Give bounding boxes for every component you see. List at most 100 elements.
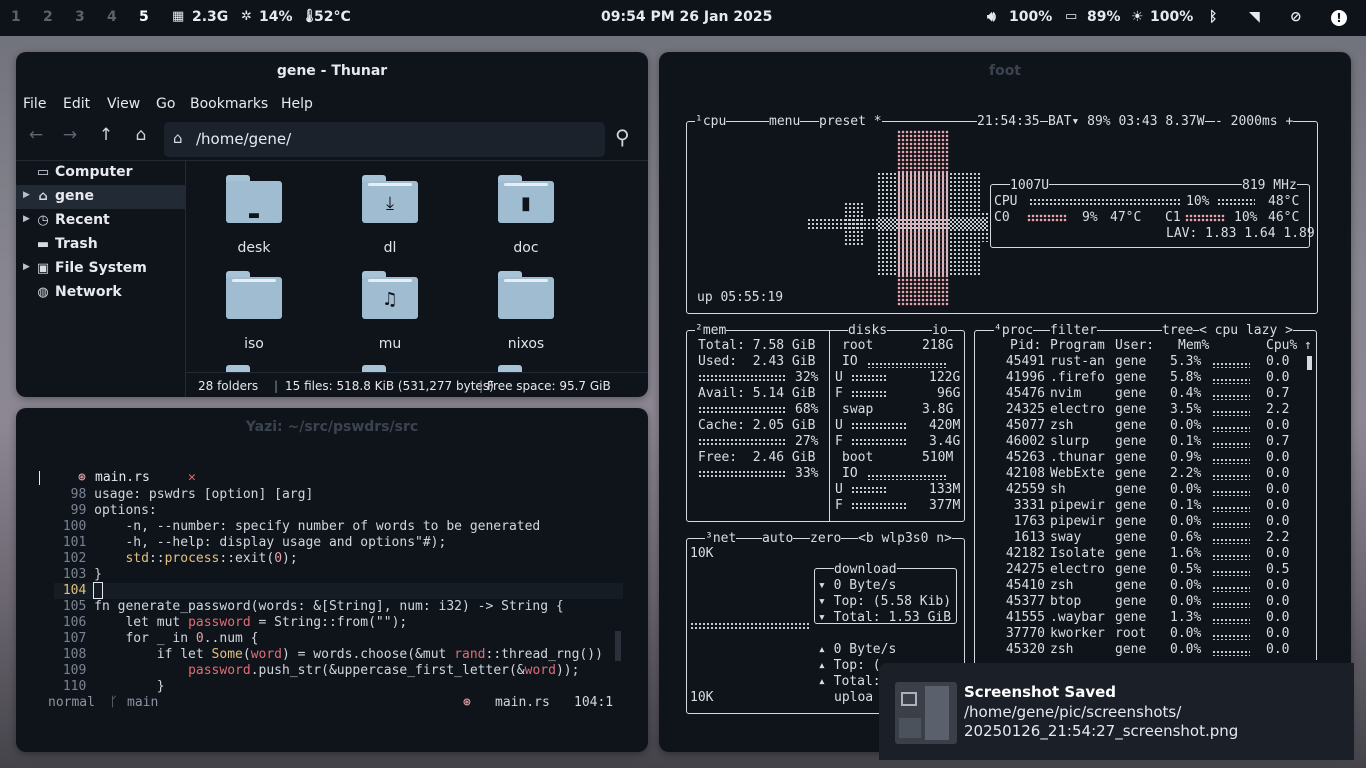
preset-button[interactable]: preset *	[819, 114, 882, 130]
code-line: 104	[55, 582, 103, 599]
expand-arrow-icon[interactable]: ▶	[23, 214, 30, 224]
bluetooth-icon[interactable]: ᛒ	[1209, 9, 1217, 25]
code-line: 108 if let Some(word) = words.choose(&mu…	[55, 647, 603, 662]
proc-program: zsh	[1050, 642, 1074, 657]
proc-cpu-graph	[1212, 458, 1250, 464]
proc-header[interactable]: ⁴proc	[994, 323, 1034, 339]
workspace-3[interactable]: 3	[75, 9, 85, 25]
col-program[interactable]: Program	[1050, 338, 1105, 354]
clock[interactable]: 09:54 PM 26 Jan 2025	[601, 9, 772, 25]
update-interval[interactable]: - 2000ms +	[1215, 114, 1294, 130]
close-tab-icon[interactable]: ✕	[188, 470, 196, 485]
swap-used: 420M	[929, 418, 961, 433]
search-icon[interactable]: ⚲	[615, 125, 630, 149]
col-cpu[interactable]: Cpu%	[1266, 338, 1297, 354]
net-auto-toggle[interactable]: auto	[762, 531, 794, 547]
io-toggle[interactable]: io	[932, 323, 948, 339]
col-pid[interactable]: Pid:	[1010, 338, 1041, 354]
swap-free: 3.4G	[929, 434, 961, 449]
home-icon[interactable]: ⌂	[130, 125, 152, 145]
proc-sort[interactable]: < cpu lazy >	[1199, 323, 1293, 339]
brightness-level[interactable]: 100%	[1150, 9, 1193, 25]
brightness-icon[interactable]: ☀	[1131, 9, 1144, 25]
cpu-usage: 14%	[259, 9, 293, 25]
notification-icon[interactable]: !	[1331, 10, 1347, 26]
volume-level[interactable]: 100%	[1009, 9, 1052, 25]
drive-icon: ▣	[36, 261, 50, 276]
col-mem[interactable]: Mem%	[1178, 338, 1209, 354]
sidebar-item-trash[interactable]: ▬ Trash	[16, 233, 186, 257]
expand-arrow-icon[interactable]: ▶	[23, 190, 30, 200]
net-header[interactable]: ³net	[705, 531, 737, 547]
trash-icon: ▬	[36, 237, 50, 252]
location-bar[interactable]: ⌂ /home/gene/	[164, 122, 605, 157]
notification[interactable]: Screenshot Saved /home/gene/pic/screensh…	[879, 663, 1354, 760]
sidebar-item-computer[interactable]: ▭ Computer	[16, 161, 186, 185]
mem-header[interactable]: ²mem	[695, 323, 727, 339]
workspace-1[interactable]: 1	[11, 9, 21, 25]
proc-program: Isolate	[1050, 546, 1105, 561]
volume-icon[interactable]: 🔊︎	[987, 9, 996, 25]
sidebar-item-filesystem[interactable]: ▶ ▣ File System	[16, 257, 186, 281]
disks-header[interactable]: disks	[848, 323, 888, 339]
computer-icon: ▭	[36, 165, 50, 180]
notification-title: Screenshot Saved	[964, 683, 1117, 701]
battery-icon: ▭	[1065, 9, 1078, 24]
menu-bookmarks[interactable]: Bookmarks	[190, 96, 268, 112]
idle-inhibitor-icon[interactable]: ⊘	[1290, 9, 1302, 25]
proc-cpu-graph	[1212, 378, 1250, 384]
mem-free-bar	[698, 470, 786, 478]
file-item-desk[interactable]: ▬ desk	[209, 170, 299, 260]
menu-file[interactable]: File	[23, 96, 46, 112]
proc-scrollbar[interactable]	[1307, 356, 1312, 370]
menu-edit[interactable]: Edit	[63, 96, 90, 112]
menu-view[interactable]: View	[107, 96, 140, 112]
workspace-4[interactable]: 4	[107, 9, 117, 25]
workspace-2[interactable]: 2	[43, 9, 53, 25]
git-branch: main	[127, 695, 159, 710]
sidebar-item-gene[interactable]: ▶ ⌂ gene	[16, 185, 186, 209]
folder-icon	[498, 365, 522, 372]
mem-available-bar	[698, 406, 786, 414]
location-path[interactable]: /home/gene/	[196, 130, 291, 148]
proc-tree-toggle[interactable]: tree	[1162, 323, 1194, 339]
wifi-icon[interactable]: ◥	[1249, 9, 1260, 25]
net-interface[interactable]: <b wlp3s0 n>	[858, 531, 952, 547]
code-line: 105 fn generate_password(words: &[String…	[55, 599, 564, 614]
file-item-nixos[interactable]: nixos	[481, 266, 571, 356]
editor-tab[interactable]: main.rs	[95, 470, 150, 485]
back-arrow-icon[interactable]: ←	[25, 125, 47, 145]
window-title: foot	[988, 63, 1022, 79]
core-1-temp: 46°C	[1268, 210, 1300, 225]
file-item-dl[interactable]: ⤓ dl	[345, 170, 435, 260]
swap-used-bar	[851, 422, 907, 430]
disk-swap: swap	[842, 402, 874, 417]
menu-button[interactable]: menu	[769, 114, 801, 130]
expand-arrow-icon[interactable]: ▶	[23, 262, 30, 272]
proc-pid: 45377	[1005, 594, 1045, 609]
file-item-doc[interactable]: ▮ doc	[481, 170, 571, 260]
sidebar-item-network[interactable]: ◍ Network	[16, 281, 186, 305]
proc-filter[interactable]: filter	[1050, 323, 1097, 339]
cpu-header[interactable]: ¹cpu	[695, 114, 727, 130]
menu-go[interactable]: Go	[156, 96, 175, 112]
proc-program: .thunar	[1050, 450, 1105, 465]
memory-icon: ▦	[172, 9, 185, 24]
up-arrow-icon[interactable]: ↑	[95, 125, 117, 145]
proc-cpu: 0.0	[1266, 482, 1290, 497]
net-zero-toggle[interactable]: zero	[810, 531, 842, 547]
menu-help[interactable]: Help	[281, 96, 313, 112]
proc-mem: 0.0%	[1170, 642, 1202, 657]
workspace-5[interactable]: 5	[139, 9, 149, 25]
proc-user: gene	[1115, 498, 1147, 513]
col-user[interactable]: User:	[1115, 338, 1154, 354]
sidebar-item-recent[interactable]: ▶ ◷ Recent	[16, 209, 186, 233]
file-item-mu[interactable]: ♫ mu	[345, 266, 435, 356]
cpu-percent: 10%	[1186, 194, 1210, 209]
folder-icon	[498, 271, 554, 319]
disk-root: root	[842, 338, 874, 353]
forward-arrow-icon[interactable]: →	[59, 125, 81, 145]
file-item-iso[interactable]: iso	[209, 266, 299, 356]
proc-pid: 46002	[1005, 434, 1045, 449]
proc-mem: 0.1%	[1170, 434, 1202, 449]
